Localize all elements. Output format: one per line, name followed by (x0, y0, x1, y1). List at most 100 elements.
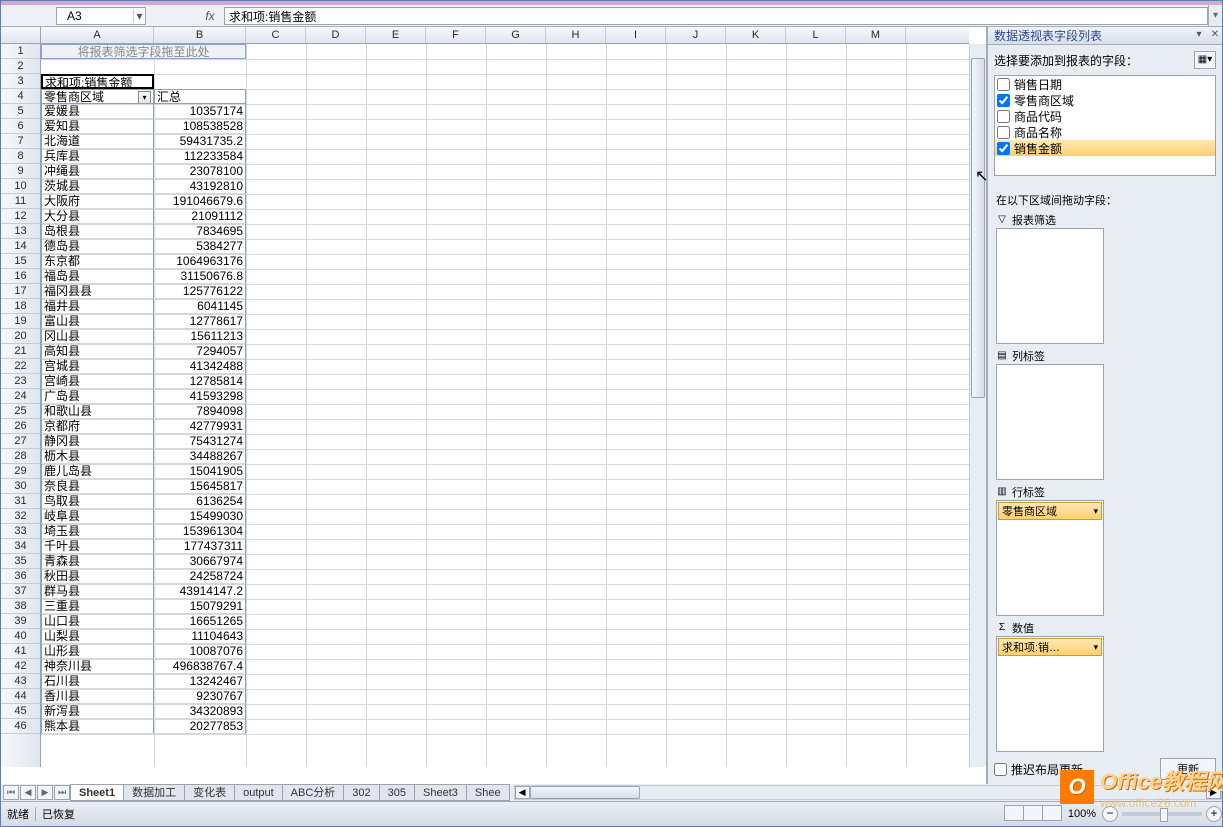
cell[interactable]: 青森县 (41, 554, 154, 569)
sheet-tab[interactable]: output (234, 784, 283, 801)
cell[interactable]: 冈山县 (41, 329, 154, 344)
cell[interactable]: 宫城县 (41, 359, 154, 374)
sheet-tab[interactable]: ABC分析 (282, 784, 345, 801)
sheet-tab[interactable]: 数据加工 (123, 784, 185, 801)
cell[interactable]: 112233584 (154, 149, 246, 164)
row-header-38[interactable]: 38 (1, 599, 40, 614)
cell[interactable]: 75431274 (154, 434, 246, 449)
tab-nav-last[interactable]: ⏭ (54, 785, 70, 800)
field-item[interactable]: 零售商区域 (995, 92, 1215, 108)
col-header-G[interactable]: G (486, 27, 546, 43)
zoom-slider[interactable] (1122, 812, 1202, 816)
columns-drop-area[interactable] (996, 364, 1104, 480)
cell[interactable]: 20277853 (154, 719, 246, 734)
cell[interactable]: 神奈川县 (41, 659, 154, 674)
cell[interactable]: 熊本县 (41, 719, 154, 734)
cell[interactable]: 岐阜县 (41, 509, 154, 524)
cell[interactable]: 东京都 (41, 254, 154, 269)
cell[interactable]: 爱知县 (41, 119, 154, 134)
row-header-16[interactable]: 16 (1, 269, 40, 284)
row-header-8[interactable]: 8 (1, 149, 40, 164)
row-header-6[interactable]: 6 (1, 119, 40, 134)
row-header-29[interactable]: 29 (1, 464, 40, 479)
cell[interactable]: 16651265 (154, 614, 246, 629)
layout-options-button[interactable]: ▦▾ (1194, 51, 1216, 69)
cell[interactable]: 汇总 (154, 89, 246, 104)
cell[interactable]: 42779931 (154, 419, 246, 434)
row-header-20[interactable]: 20 (1, 329, 40, 344)
cell[interactable]: 静冈县 (41, 434, 154, 449)
row-header-18[interactable]: 18 (1, 299, 40, 314)
cell[interactable]: 福岛县 (41, 269, 154, 284)
rows-drop-area[interactable]: 零售商区域▾ (996, 500, 1104, 616)
row-header-39[interactable]: 39 (1, 614, 40, 629)
sheet-tab[interactable]: Shee (466, 784, 510, 801)
cell[interactable]: 24258724 (154, 569, 246, 584)
cell[interactable]: 41593298 (154, 389, 246, 404)
name-box-dropdown-icon[interactable]: ▾ (133, 9, 145, 23)
cell[interactable]: 15079291 (154, 599, 246, 614)
col-header-L[interactable]: L (786, 27, 846, 43)
row-field-item[interactable]: 零售商区域▾ (998, 502, 1102, 520)
col-header-D[interactable]: D (306, 27, 366, 43)
row-header-19[interactable]: 19 (1, 314, 40, 329)
formula-bar-expand-icon[interactable]: ▾ (1208, 5, 1222, 26)
sheet-tab[interactable]: Sheet1 (70, 784, 124, 801)
cell[interactable]: 15041905 (154, 464, 246, 479)
tab-nav-next[interactable]: ▶ (37, 785, 53, 800)
cell[interactable]: 和歌山县 (41, 404, 154, 419)
row-header-30[interactable]: 30 (1, 479, 40, 494)
row-header-21[interactable]: 21 (1, 344, 40, 359)
defer-update-checkbox[interactable] (994, 763, 1007, 776)
cell[interactable]: 三重县 (41, 599, 154, 614)
col-header-H[interactable]: H (546, 27, 606, 43)
cell[interactable]: 34488267 (154, 449, 246, 464)
cell[interactable]: 群马县 (41, 584, 154, 599)
cell[interactable]: 德岛县 (41, 239, 154, 254)
field-checkbox[interactable] (997, 126, 1010, 139)
cell[interactable]: 福井县 (41, 299, 154, 314)
sheet-tab[interactable]: Sheet3 (414, 784, 467, 801)
field-pane-close-icon[interactable]: ✕ (1208, 29, 1222, 43)
value-field-item[interactable]: 求和项:销…▾ (998, 638, 1102, 656)
cell[interactable]: 177437311 (154, 539, 246, 554)
cell[interactable]: 零售商区域▾ (41, 89, 154, 104)
cell[interactable]: 将报表筛选字段拖至此处 (41, 44, 246, 59)
cell[interactable]: 7834695 (154, 224, 246, 239)
vscroll-thumb[interactable] (971, 58, 985, 398)
row-header-46[interactable]: 46 (1, 719, 40, 734)
row-header-45[interactable]: 45 (1, 704, 40, 719)
tab-nav-prev[interactable]: ◀ (20, 785, 36, 800)
cell[interactable]: 宫崎县 (41, 374, 154, 389)
cell[interactable]: 108538528 (154, 119, 246, 134)
cell[interactable]: 153961304 (154, 524, 246, 539)
row-header-2[interactable]: 2 (1, 59, 40, 74)
col-header-K[interactable]: K (726, 27, 786, 43)
cell[interactable]: 爱媛县 (41, 104, 154, 119)
cell[interactable]: 大阪府 (41, 194, 154, 209)
filter-dropdown-icon[interactable]: ▾ (138, 91, 151, 104)
cell-grid[interactable]: 将报表筛选字段拖至此处求和项:销售金额零售商区域▾汇总爱媛县10357174爱知… (41, 44, 969, 767)
row-header-15[interactable]: 15 (1, 254, 40, 269)
cell[interactable]: 鹿儿岛县 (41, 464, 154, 479)
col-header-E[interactable]: E (366, 27, 426, 43)
row-header-11[interactable]: 11 (1, 194, 40, 209)
row-header-13[interactable]: 13 (1, 224, 40, 239)
cell[interactable]: 福冈县县 (41, 284, 154, 299)
field-item[interactable]: 销售金额 (995, 140, 1215, 156)
cell[interactable]: 7894098 (154, 404, 246, 419)
field-checkbox[interactable] (997, 142, 1010, 155)
vertical-scrollbar[interactable] (969, 44, 986, 767)
cell[interactable]: 125776122 (154, 284, 246, 299)
cell[interactable]: 秋田县 (41, 569, 154, 584)
col-header-F[interactable]: F (426, 27, 486, 43)
cell[interactable]: 43192810 (154, 179, 246, 194)
row-header-10[interactable]: 10 (1, 179, 40, 194)
sheet-tab[interactable]: 变化表 (184, 784, 235, 801)
cell[interactable]: 茨城县 (41, 179, 154, 194)
cell[interactable]: 30667974 (154, 554, 246, 569)
cell[interactable]: 10357174 (154, 104, 246, 119)
cell[interactable]: 山形县 (41, 644, 154, 659)
row-header-36[interactable]: 36 (1, 569, 40, 584)
hscroll-left[interactable]: ◀ (515, 786, 530, 799)
